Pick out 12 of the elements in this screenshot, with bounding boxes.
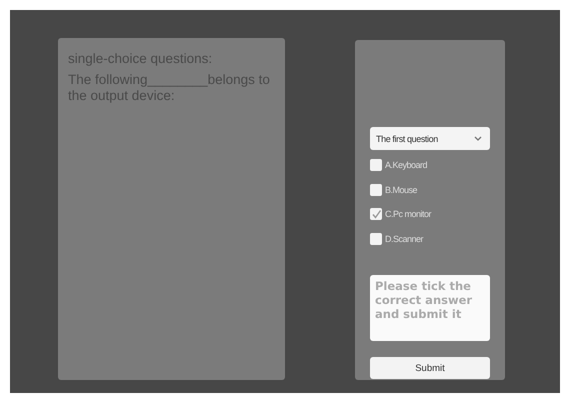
checkbox[interactable] — [370, 232, 382, 245]
checkbox[interactable] — [370, 159, 382, 172]
answer-box[interactable]: Please tick the correct answer and submit it — [370, 275, 490, 341]
checkbox[interactable] — [370, 208, 382, 220]
option-label[interactable]: B.Mouse — [385, 184, 418, 195]
option-label[interactable]: A.Keyboard — [385, 160, 428, 170]
chevron-icon — [474, 136, 482, 141]
submit-button[interactable]: Submit — [370, 357, 490, 379]
option-label[interactable]: D.Scanner — [385, 234, 424, 244]
question-dropdown[interactable]: The first question — [370, 127, 490, 150]
checkbox[interactable] — [370, 184, 382, 196]
option-label[interactable]: C.Pc monitor — [385, 209, 432, 220]
